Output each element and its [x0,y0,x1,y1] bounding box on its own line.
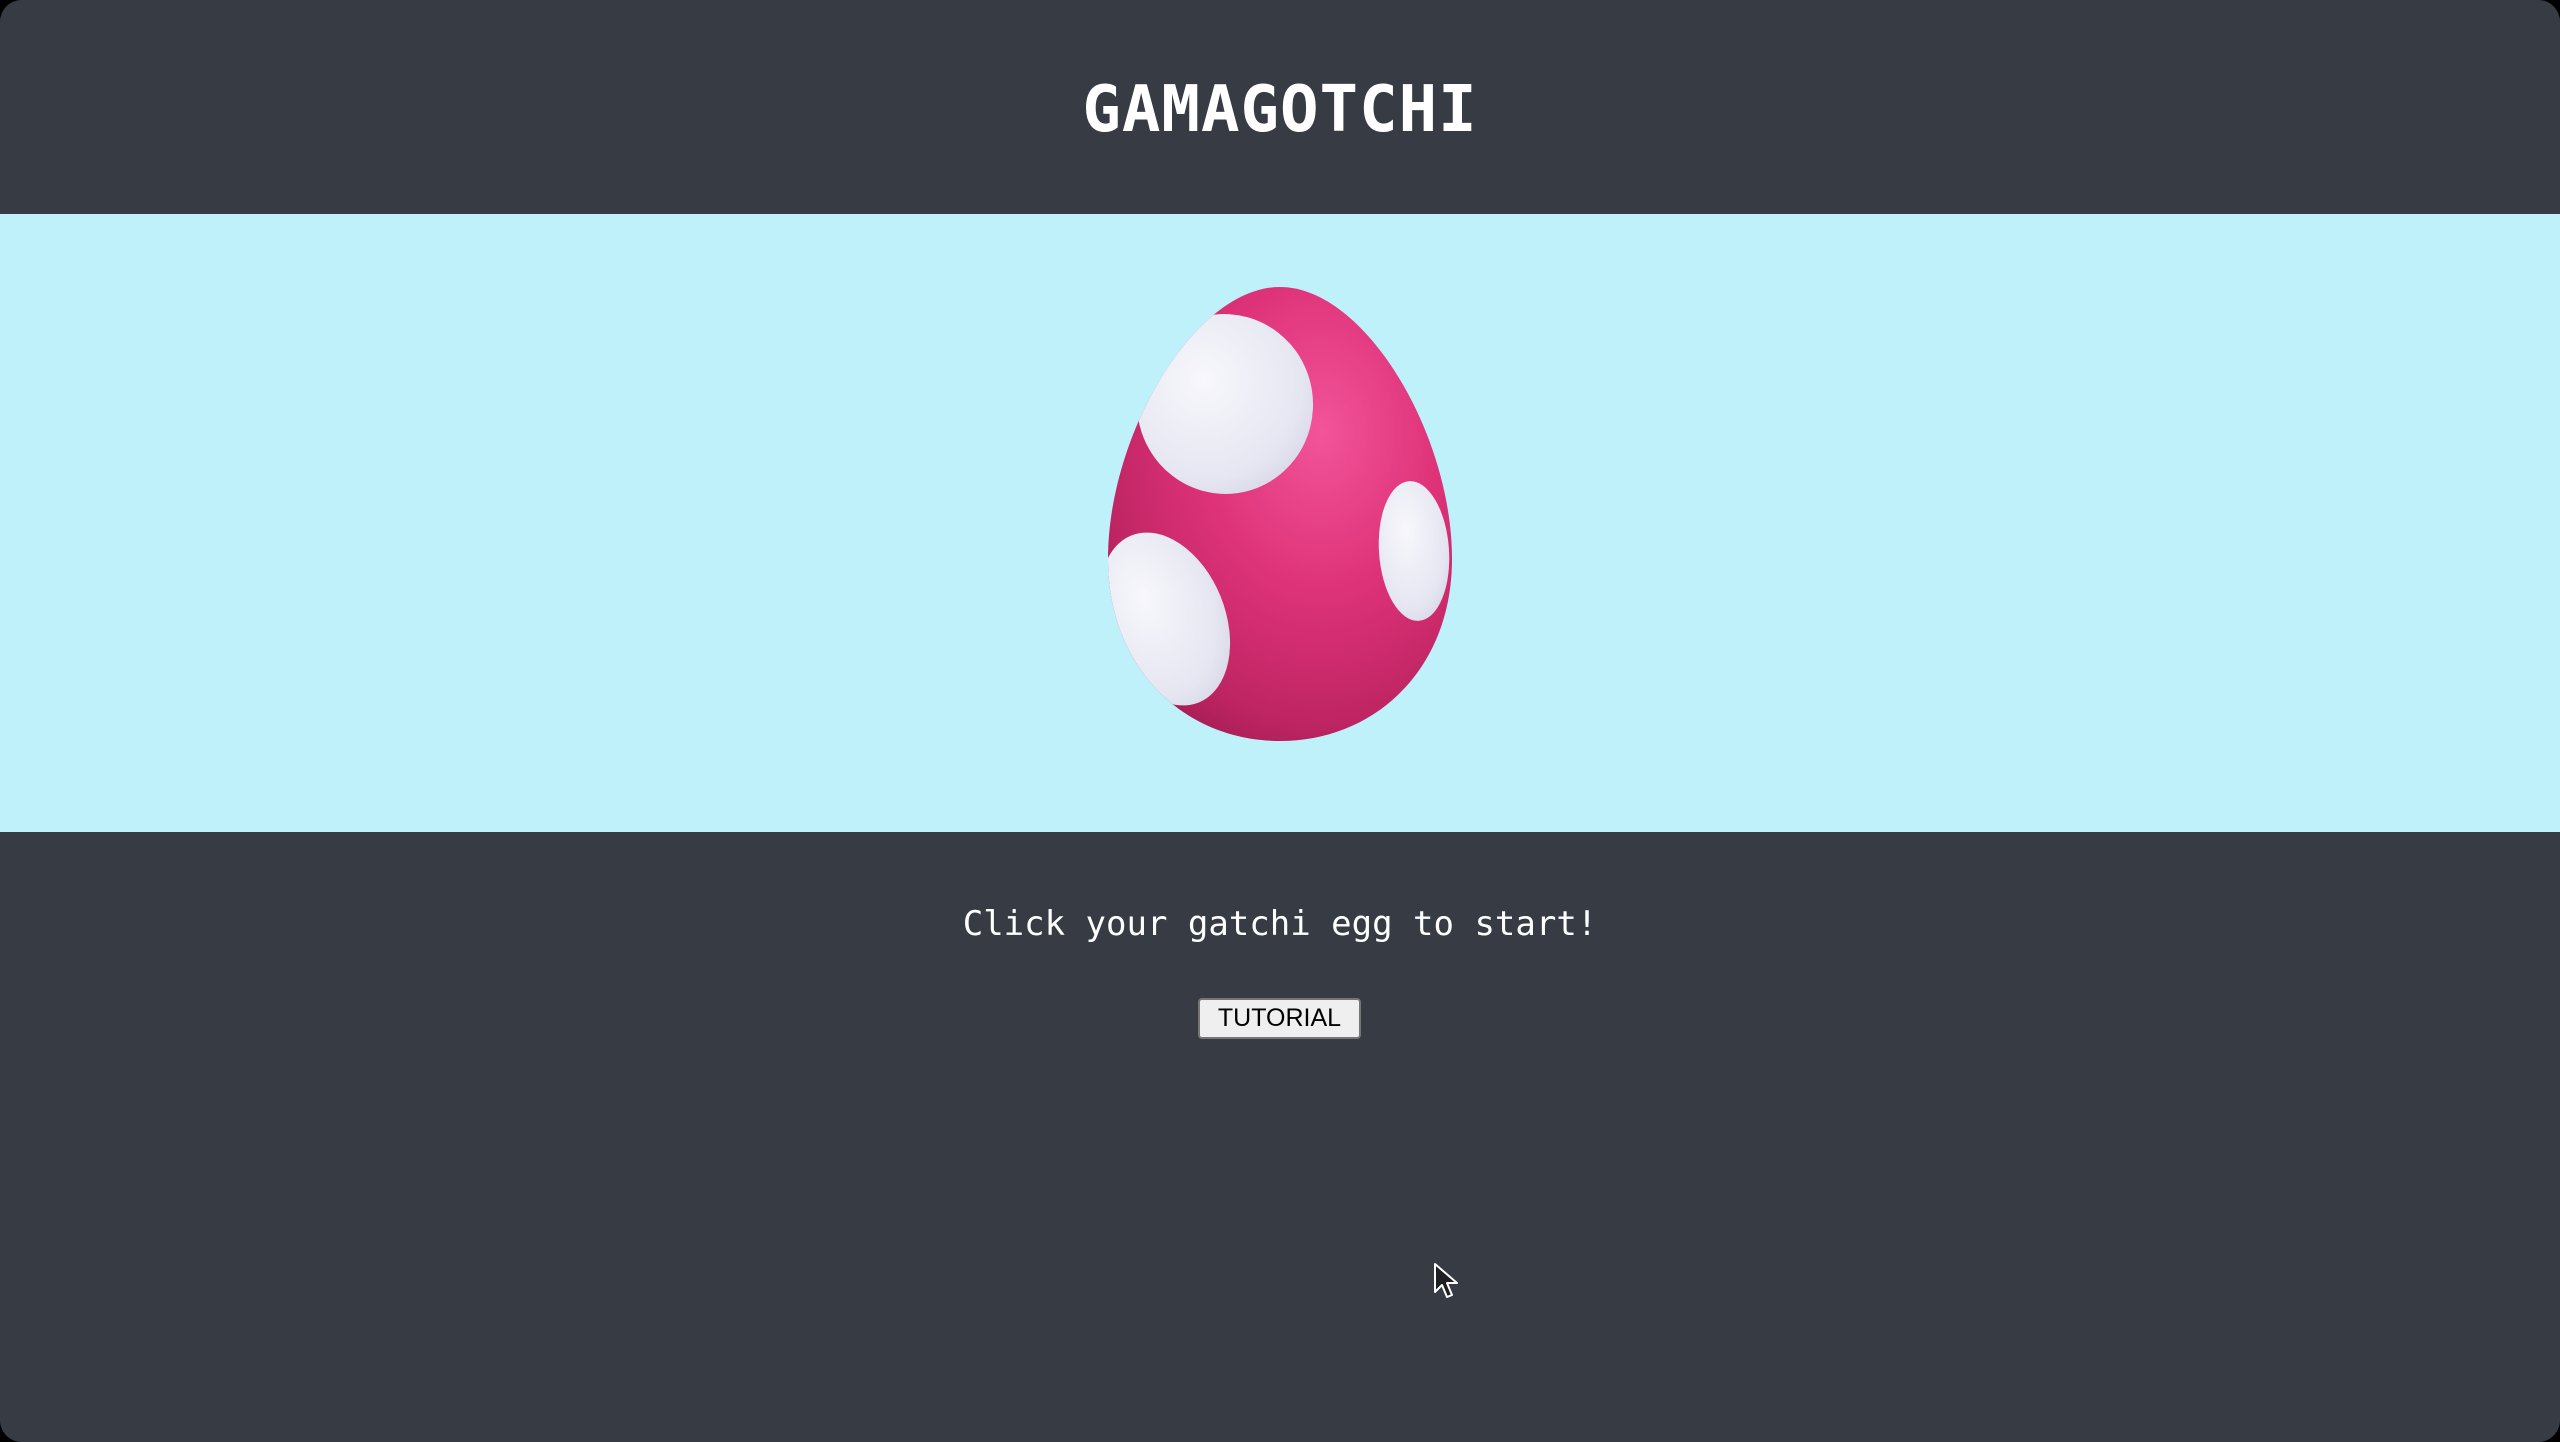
header: GAMAGOTCHI [0,0,2560,214]
mouse-cursor-icon [1434,1263,1458,1298]
game-title: GAMAGOTCHI [1082,73,1478,147]
start-instructions: Click your gatchi egg to start! [962,904,1598,944]
gatchi-egg-button[interactable] [1100,284,1460,744]
egg-icon [1108,287,1452,741]
egg-stage [0,214,2560,832]
footer: Click your gatchi egg to start! TUTORIAL [0,832,2560,1442]
tutorial-button[interactable]: TUTORIAL [1198,998,1361,1039]
game-window: GAMAGOTCHI Click your gatchi egg to star… [0,0,2560,1442]
